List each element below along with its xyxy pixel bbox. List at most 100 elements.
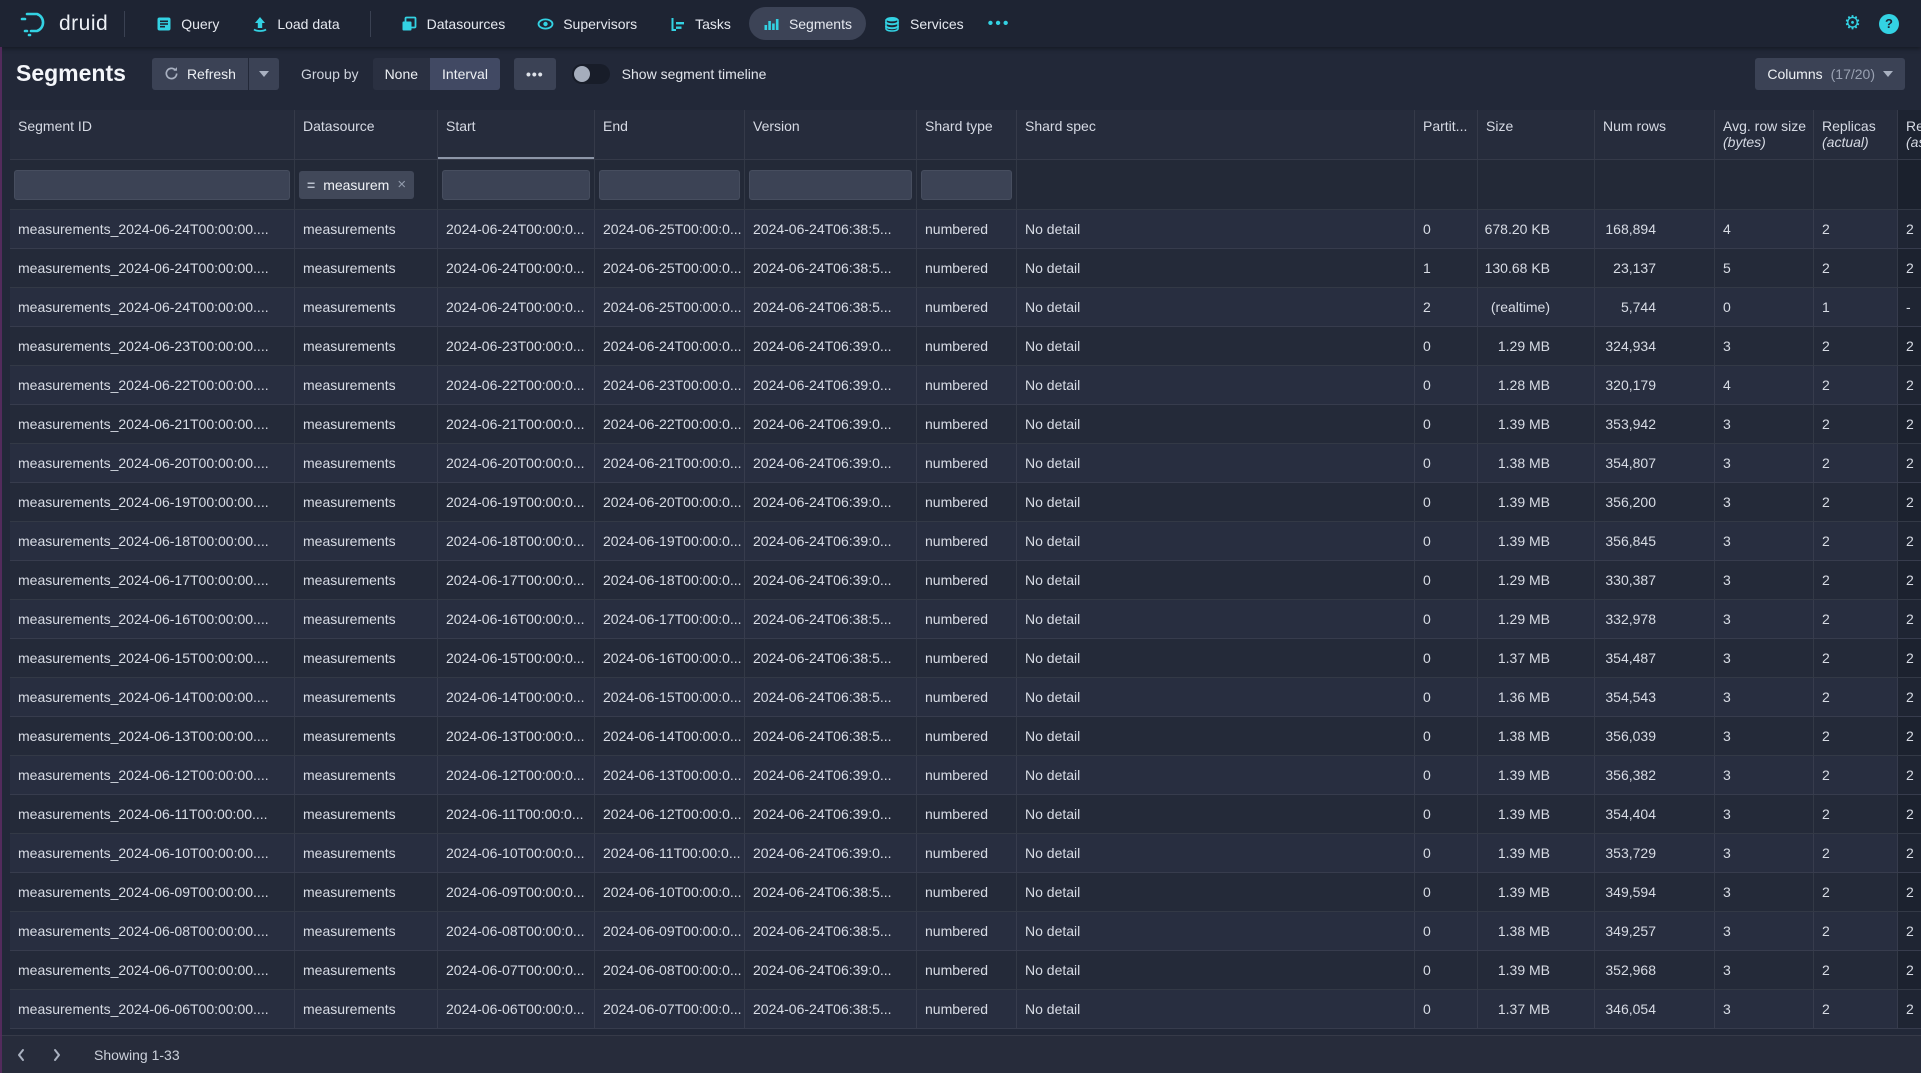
column-header-shard_type[interactable]: Shard type (917, 110, 1017, 159)
columns-picker-button[interactable]: Columns (17/20) (1755, 58, 1905, 90)
column-header-avg[interactable]: Avg. row size(bytes) (1715, 110, 1814, 159)
table-row[interactable]: measurements_2024-06-24T00:00:00....meas… (10, 249, 1921, 288)
cell-size: 1.39 MB (1478, 795, 1595, 833)
cell-rf: 2 (1898, 600, 1921, 638)
nav-tab-datasources[interactable]: Datasources (387, 7, 520, 40)
cell-ds: measurements (295, 717, 438, 755)
cell-version: 2024-06-24T06:39:0... (745, 444, 917, 482)
cell-shard_type: numbered (917, 834, 1017, 872)
nav-tab-tasks[interactable]: Tasks (655, 7, 745, 40)
datasource-filter-chip[interactable]: =measurem× (299, 171, 414, 199)
table-row[interactable]: measurements_2024-06-22T00:00:00....meas… (10, 366, 1921, 405)
refresh-button[interactable]: Refresh (152, 58, 248, 90)
table-row[interactable]: measurements_2024-06-21T00:00:00....meas… (10, 405, 1921, 444)
table-row[interactable]: measurements_2024-06-12T00:00:00....meas… (10, 756, 1921, 795)
filter-input-end[interactable] (599, 170, 740, 200)
help-icon[interactable]: ? (1879, 14, 1899, 34)
cell-rf: 2 (1898, 483, 1921, 521)
table-row[interactable]: measurements_2024-06-10T00:00:00....meas… (10, 834, 1921, 873)
segment-timeline-toggle[interactable] (572, 64, 610, 84)
table-row[interactable]: measurements_2024-06-11T00:00:00....meas… (10, 795, 1921, 834)
table-row[interactable]: measurements_2024-06-24T00:00:00....meas… (10, 210, 1921, 249)
table-row[interactable]: measurements_2024-06-20T00:00:00....meas… (10, 444, 1921, 483)
cell-shard_type: numbered (917, 366, 1017, 404)
cell-size: 1.29 MB (1478, 327, 1595, 365)
cell-ds: measurements (295, 522, 438, 560)
refresh-label: Refresh (187, 66, 236, 82)
cell-shard_type: numbered (917, 483, 1017, 521)
table-row[interactable]: measurements_2024-06-09T00:00:00....meas… (10, 873, 1921, 912)
settings-gear-icon[interactable]: ⚙ (1844, 14, 1861, 33)
previous-page-button[interactable] (6, 1040, 36, 1070)
column-header-partition[interactable]: Partit... (1415, 110, 1478, 159)
cell-num_rows: 5,744 (1595, 288, 1715, 326)
refresh-interval-dropdown[interactable] (249, 58, 279, 90)
cell-avg: 5 (1715, 249, 1814, 287)
nav-tab-segments[interactable]: Segments (749, 7, 866, 40)
cell-id: measurements_2024-06-06T00:00:00.... (10, 990, 295, 1028)
cell-size: 1.37 MB (1478, 639, 1595, 677)
cell-version: 2024-06-24T06:38:5... (745, 210, 917, 248)
column-header-shard_spec[interactable]: Shard spec (1017, 110, 1415, 159)
cell-start: 2024-06-19T00:00:0... (438, 483, 595, 521)
column-header-end[interactable]: End (595, 110, 745, 159)
cell-end: 2024-06-09T00:00:0... (595, 912, 745, 950)
column-header-replicas[interactable]: Replicas(actual) (1814, 110, 1898, 159)
column-header-size[interactable]: Size (1478, 110, 1595, 159)
table-row[interactable]: measurements_2024-06-17T00:00:00....meas… (10, 561, 1921, 600)
segment-timeline-toggle-label: Show segment timeline (622, 66, 767, 82)
column-header-version[interactable]: Version (745, 110, 917, 159)
cell-avg: 3 (1715, 639, 1814, 677)
table-row[interactable]: measurements_2024-06-06T00:00:00....meas… (10, 990, 1921, 1029)
table-row[interactable]: measurements_2024-06-19T00:00:00....meas… (10, 483, 1921, 522)
table-row[interactable]: measurements_2024-06-14T00:00:00....meas… (10, 678, 1921, 717)
table-row[interactable]: measurements_2024-06-08T00:00:00....meas… (10, 912, 1921, 951)
table-row[interactable]: measurements_2024-06-16T00:00:00....meas… (10, 600, 1921, 639)
cell-id: measurements_2024-06-12T00:00:00.... (10, 756, 295, 794)
cell-end: 2024-06-17T00:00:0... (595, 600, 745, 638)
nav-tab-supervisors[interactable]: Supervisors (523, 7, 651, 40)
cell-ds: measurements (295, 678, 438, 716)
table-row[interactable]: measurements_2024-06-23T00:00:00....meas… (10, 327, 1921, 366)
nav-more-button[interactable]: ••• (978, 7, 1021, 41)
group-by-none-button[interactable]: None (373, 58, 430, 90)
cell-num_rows: 168,894 (1595, 210, 1715, 248)
next-page-button[interactable] (42, 1040, 72, 1070)
cell-shard_spec: No detail (1017, 405, 1415, 443)
nav-tab-query[interactable]: Query (141, 7, 233, 40)
cell-size: 1.39 MB (1478, 522, 1595, 560)
cell-id: measurements_2024-06-10T00:00:00.... (10, 834, 295, 872)
cell-id: measurements_2024-06-16T00:00:00.... (10, 600, 295, 638)
column-header-id[interactable]: Segment ID (10, 110, 295, 159)
nav-divider (370, 11, 371, 37)
cell-rf: 2 (1898, 678, 1921, 716)
cell-avg: 3 (1715, 756, 1814, 794)
column-header-start[interactable]: Start (438, 110, 595, 159)
cell-avg: 3 (1715, 834, 1814, 872)
filter-input-start[interactable] (442, 170, 590, 200)
group-by-interval-button[interactable]: Interval (430, 58, 500, 90)
table-row[interactable]: measurements_2024-06-07T00:00:00....meas… (10, 951, 1921, 990)
filter-input-version[interactable] (749, 170, 912, 200)
filter-cell-avg (1715, 160, 1814, 209)
filter-cell-rf (1898, 160, 1921, 209)
toolbar-more-button[interactable]: ••• (514, 58, 556, 90)
remove-filter-icon[interactable]: × (397, 176, 406, 193)
table-row[interactable]: measurements_2024-06-18T00:00:00....meas… (10, 522, 1921, 561)
column-header-num_rows[interactable]: Num rows (1595, 110, 1715, 159)
segments-icon (763, 15, 780, 32)
filter-input-id[interactable] (14, 170, 290, 200)
cell-partition: 0 (1415, 951, 1478, 989)
cell-avg: 3 (1715, 327, 1814, 365)
nav-tab-load-data[interactable]: Load data (237, 7, 353, 40)
column-header-rf[interactable]: Replication factor(aspirational) (1898, 110, 1921, 159)
table-row[interactable]: measurements_2024-06-13T00:00:00....meas… (10, 717, 1921, 756)
cell-rf: 2 (1898, 561, 1921, 599)
nav-tab-services[interactable]: Services (870, 7, 978, 40)
column-header-ds[interactable]: Datasource (295, 110, 438, 159)
druid-logo[interactable]: druid (20, 11, 108, 37)
table-row[interactable]: measurements_2024-06-24T00:00:00....meas… (10, 288, 1921, 327)
cell-id: measurements_2024-06-24T00:00:00.... (10, 210, 295, 248)
table-row[interactable]: measurements_2024-06-15T00:00:00....meas… (10, 639, 1921, 678)
filter-input-shard_type[interactable] (921, 170, 1012, 200)
